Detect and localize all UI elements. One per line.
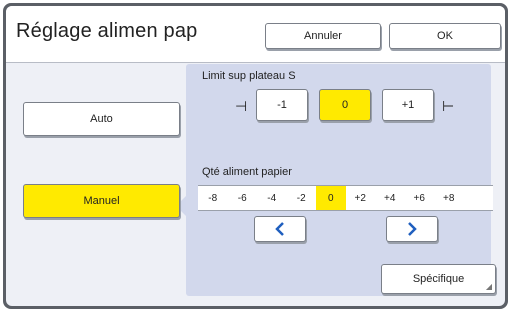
upper-limit-icon: ⊢	[442, 98, 455, 114]
plateau-option-minus1[interactable]: -1	[256, 89, 308, 121]
feed-scale-item[interactable]: -2	[287, 186, 317, 210]
feed-scale-item-selected[interactable]: 0	[316, 186, 346, 210]
manual-button[interactable]: Manuel	[23, 184, 180, 218]
auto-button[interactable]: Auto	[23, 102, 180, 136]
feed-label: Qté aliment papier	[202, 166, 292, 178]
feed-scale-item[interactable]: +2	[346, 186, 376, 210]
plateau-option-plus1[interactable]: +1	[382, 89, 434, 121]
plateau-option-0[interactable]: 0	[319, 89, 371, 121]
specific-button[interactable]: Spécifique ◢	[381, 264, 496, 294]
feed-scale-item[interactable]: -8	[198, 186, 228, 210]
resize-icon: ◢	[485, 282, 492, 291]
feed-scale-item[interactable]: -6	[228, 186, 258, 210]
cancel-button[interactable]: Annuler	[265, 23, 381, 49]
ok-button[interactable]: OK	[389, 23, 501, 49]
chevron-right-icon	[408, 222, 417, 236]
dialog-title: Réglage alimen pap	[16, 20, 198, 42]
lower-limit-icon: ⊣	[235, 98, 248, 114]
specific-button-label: Spécifique	[412, 273, 465, 285]
feed-scale-item[interactable]: +6	[405, 186, 435, 210]
dialog-header: Réglage alimen pap Annuler OK	[6, 6, 505, 63]
plateau-label: Limit sup plateau S	[202, 70, 296, 82]
feed-scale: -8 -6 -4 -2 0 +2 +4 +6 +8	[198, 185, 493, 211]
feed-scale-item[interactable]: -4	[257, 186, 287, 210]
chevron-left-icon	[275, 222, 284, 236]
feed-scale-item[interactable]: +8	[434, 186, 464, 210]
feed-scale-item[interactable]: +4	[375, 186, 405, 210]
increase-feed-button[interactable]	[386, 216, 438, 242]
decrease-feed-button[interactable]	[254, 216, 306, 242]
